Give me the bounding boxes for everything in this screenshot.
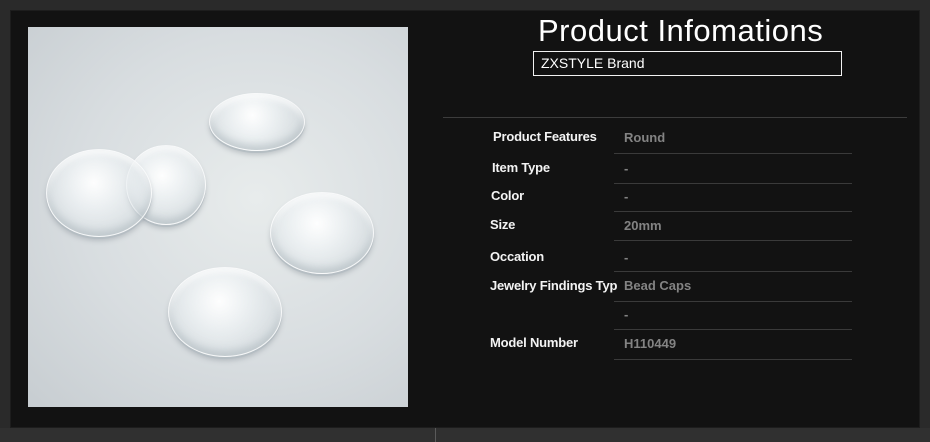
spec-value-color: -: [624, 189, 629, 204]
glass-cabochon: [209, 93, 305, 151]
spec-label-product-features: Product Features: [493, 129, 597, 144]
spec-label-occation: Occation: [490, 249, 545, 264]
spec-divider: [614, 301, 852, 302]
spec-value-model-number: H110449: [624, 336, 677, 351]
bottom-strip: [0, 428, 930, 442]
spec-label-color: Color: [491, 188, 524, 203]
product-photo: [28, 27, 408, 407]
spec-label-model-number: Model Number: [490, 335, 578, 350]
product-info-card: Product Infomations ZXSTYLE Brand Produc…: [0, 0, 930, 442]
spec-value-empty: -: [624, 307, 629, 322]
spec-label-size: Size: [490, 217, 516, 232]
spec-value-size: 20mm: [624, 218, 662, 233]
spec-value-jewelry-findings-type: Bead Caps: [624, 278, 692, 293]
spec-value-occation: -: [624, 250, 629, 265]
glass-cabochon: [270, 192, 374, 274]
spec-divider: [614, 329, 852, 330]
spec-value-product-features: Round: [624, 130, 666, 145]
header-divider: [443, 117, 907, 118]
spec-label-jewelry-findings-type: Jewelry Findings Typ: [490, 278, 618, 293]
spec-label-item-type: Item Type: [492, 160, 550, 175]
glass-cabochon: [46, 149, 152, 237]
spec-divider: [614, 183, 852, 184]
spec-divider: [614, 240, 852, 241]
glass-cabochon: [168, 267, 282, 357]
page-title: Product Infomations: [538, 13, 824, 48]
spec-value-item-type: -: [624, 161, 629, 176]
bottom-divider: [435, 428, 436, 442]
spec-divider: [614, 271, 852, 272]
spec-divider: [614, 211, 852, 212]
spec-divider: [614, 153, 852, 154]
brand-field: ZXSTYLE Brand: [533, 51, 842, 76]
spec-divider: [614, 359, 852, 360]
